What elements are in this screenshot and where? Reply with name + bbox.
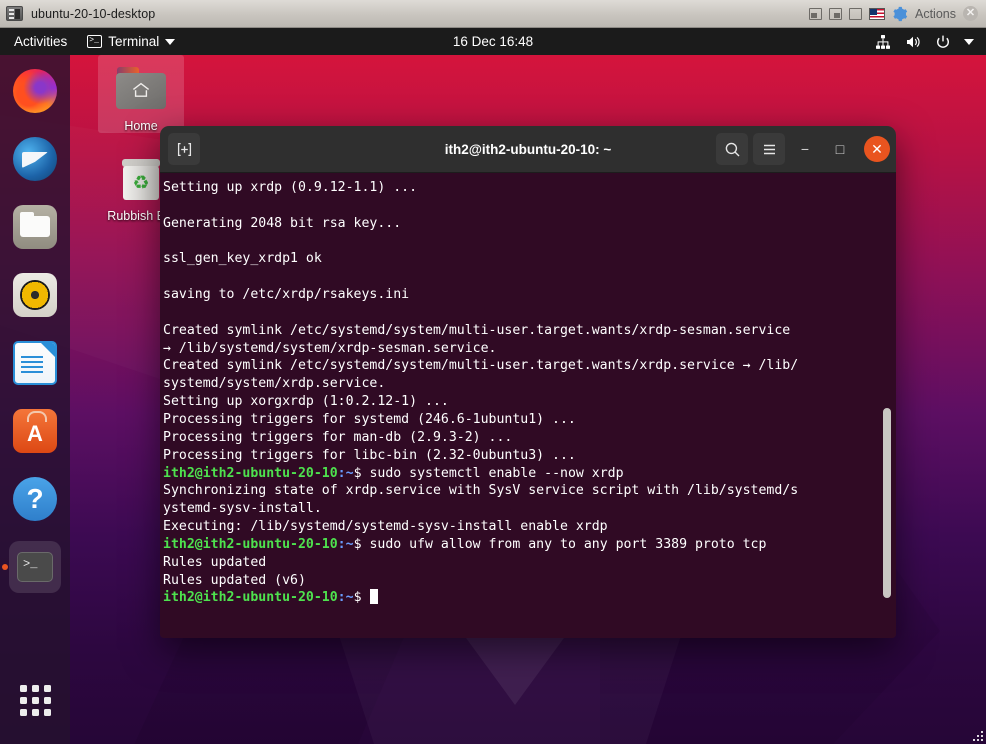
prompt-path: :~ (337, 536, 354, 552)
terminal-output-line: Synchronizing state of xrdp.service with… (163, 483, 799, 499)
close-icon[interactable]: ✕ (963, 6, 978, 21)
scrollbar-thumb[interactable] (883, 408, 891, 598)
terminal-output-line: → /lib/systemd/system/xrdp-sesman.servic… (163, 340, 497, 356)
dock-item-rhythmbox[interactable] (9, 269, 61, 321)
rhythmbox-icon (13, 273, 57, 317)
terminal-output-line: Processing triggers for systemd (246.6-1… (163, 411, 576, 427)
prompt-user: ith2@ith2-ubuntu-20-10 (163, 536, 338, 552)
dock-item-firefox[interactable] (9, 65, 61, 117)
home-folder-icon (114, 65, 168, 115)
network-icon (874, 33, 891, 50)
ubuntu-dock (0, 55, 70, 744)
terminal-output-line: Created symlink /etc/systemd/system/mult… (163, 322, 791, 338)
volume-icon (904, 33, 921, 50)
terminal-output-line: ystemd-sysv-install. (163, 501, 322, 517)
libreoffice-writer-icon (13, 341, 57, 385)
thunderbird-icon (13, 137, 57, 181)
restore-icon[interactable] (829, 7, 842, 20)
terminal-headerbar: ith2@ith2-ubuntu-20-10: ~ − □ ✕ (160, 126, 896, 173)
gear-icon[interactable] (892, 6, 908, 22)
gnome-top-bar: Activities Terminal 16 Dec 16:48 (0, 28, 986, 55)
prompt-user: ith2@ith2-ubuntu-20-10 (163, 590, 338, 606)
terminal-output-line: Rules updated (163, 554, 267, 570)
chevron-down-icon (165, 38, 176, 45)
topbar-status-area[interactable] (874, 33, 986, 50)
dock-item-ubuntu-software[interactable] (9, 405, 61, 457)
terminal-output-line: Processing triggers for man-db (2.9.3-2)… (163, 429, 513, 445)
resize-grip[interactable] (967, 725, 983, 741)
maximize-button[interactable]: □ (825, 134, 855, 164)
terminal-command-line: ith2@ith2-ubuntu-20-10:~$ sudo ufw allow… (163, 536, 878, 554)
terminal-output-line: Setting up xrdp (0.9.12-1.1) ... (163, 180, 418, 195)
terminal-vm-icon (6, 6, 23, 21)
prompt-user: ith2@ith2-ubuntu-20-10 (163, 465, 338, 481)
terminal-body[interactable]: Setting up xrdp (0.9.12-1.1) ... Generat… (160, 173, 896, 638)
new-tab-icon[interactable] (168, 133, 200, 165)
close-button[interactable]: ✕ (864, 136, 890, 162)
terminal-output-line: Generating 2048 bit rsa key... (163, 215, 402, 231)
terminal-icon (87, 34, 103, 48)
terminal-cursor (370, 589, 379, 605)
dock-item-terminal[interactable] (9, 541, 61, 593)
minimize-button[interactable]: − (790, 134, 820, 164)
terminal-output-line: saving to /etc/xrdp/rsakeys.ini (163, 287, 410, 303)
power-icon (934, 33, 951, 50)
terminal-output-line: Executing: /lib/systemd/systemd-sysv-ins… (163, 519, 608, 535)
terminal-output-line: Setting up xorgxrdp (1:0.2.12-1) ... (163, 394, 449, 410)
show-applications-grid-icon[interactable] (9, 674, 61, 726)
hamburger-menu-icon[interactable] (753, 133, 785, 165)
terminal-output: Setting up xrdp (0.9.12-1.1) ... Generat… (163, 179, 878, 607)
actions-label[interactable]: Actions (915, 7, 956, 21)
dock-item-help[interactable] (9, 473, 61, 525)
terminal-scrollbar[interactable] (880, 173, 894, 638)
files-icon (13, 205, 57, 249)
terminal-window: ith2@ith2-ubuntu-20-10: ~ − □ ✕ Setting … (160, 126, 896, 638)
vm-titlebar: ubuntu-20-10-desktop Actions ✕ (0, 0, 986, 28)
firefox-icon (13, 69, 57, 113)
search-icon[interactable] (716, 133, 748, 165)
terminal-output-line: systemd/system/xrdp.service. (163, 376, 386, 392)
maximize-icon[interactable] (849, 7, 862, 20)
prompt-path: :~ (337, 465, 354, 481)
app-menu-terminal[interactable]: Terminal (79, 34, 183, 49)
dock-item-files[interactable] (9, 201, 61, 253)
app-menu-label: Terminal (108, 34, 160, 49)
dock-item-libreoffice-writer[interactable] (9, 337, 61, 389)
vm-window-title: ubuntu-20-10-desktop (31, 6, 156, 21)
prompt-path: :~ (337, 590, 354, 606)
command-text: sudo ufw allow from any to any port 3389… (369, 536, 767, 552)
vm-window-controls: Actions ✕ (809, 6, 980, 22)
terminal-command-line: ith2@ith2-ubuntu-20-10:~$ sudo systemctl… (163, 465, 878, 483)
prompt-sigil: $ (353, 590, 370, 606)
terminal-output-line: Created symlink /etc/systemd/system/mult… (163, 358, 799, 374)
terminal-output-line: ssl_gen_key_xrdp1 ok (163, 251, 322, 267)
minimize-icon[interactable] (809, 7, 822, 20)
prompt-sigil: $ (353, 536, 370, 552)
prompt-sigil: $ (353, 465, 370, 481)
help-icon (13, 477, 57, 521)
terminal-output-line: Processing triggers for libc-bin (2.32-0… (163, 447, 576, 463)
terminal-header-buttons: − □ ✕ (716, 133, 890, 165)
terminal-output-line: Rules updated (v6) (163, 572, 306, 588)
dock-item-thunderbird[interactable] (9, 133, 61, 185)
us-flag-icon[interactable] (869, 7, 885, 20)
terminal-icon (17, 552, 53, 582)
activities-button[interactable]: Activities (0, 34, 79, 49)
desktop-icon-home[interactable]: Home (98, 55, 184, 133)
terminal-command-line: ith2@ith2-ubuntu-20-10:~$ (163, 589, 878, 607)
ubuntu-software-icon (13, 409, 57, 453)
ubuntu-desktop: Activities Terminal 16 Dec 16:48 (0, 28, 986, 744)
chevron-down-icon (964, 38, 974, 45)
command-text: sudo systemctl enable --now xrdp (369, 465, 624, 481)
vm-window: ubuntu-20-10-desktop Actions ✕ Activitie… (0, 0, 986, 744)
